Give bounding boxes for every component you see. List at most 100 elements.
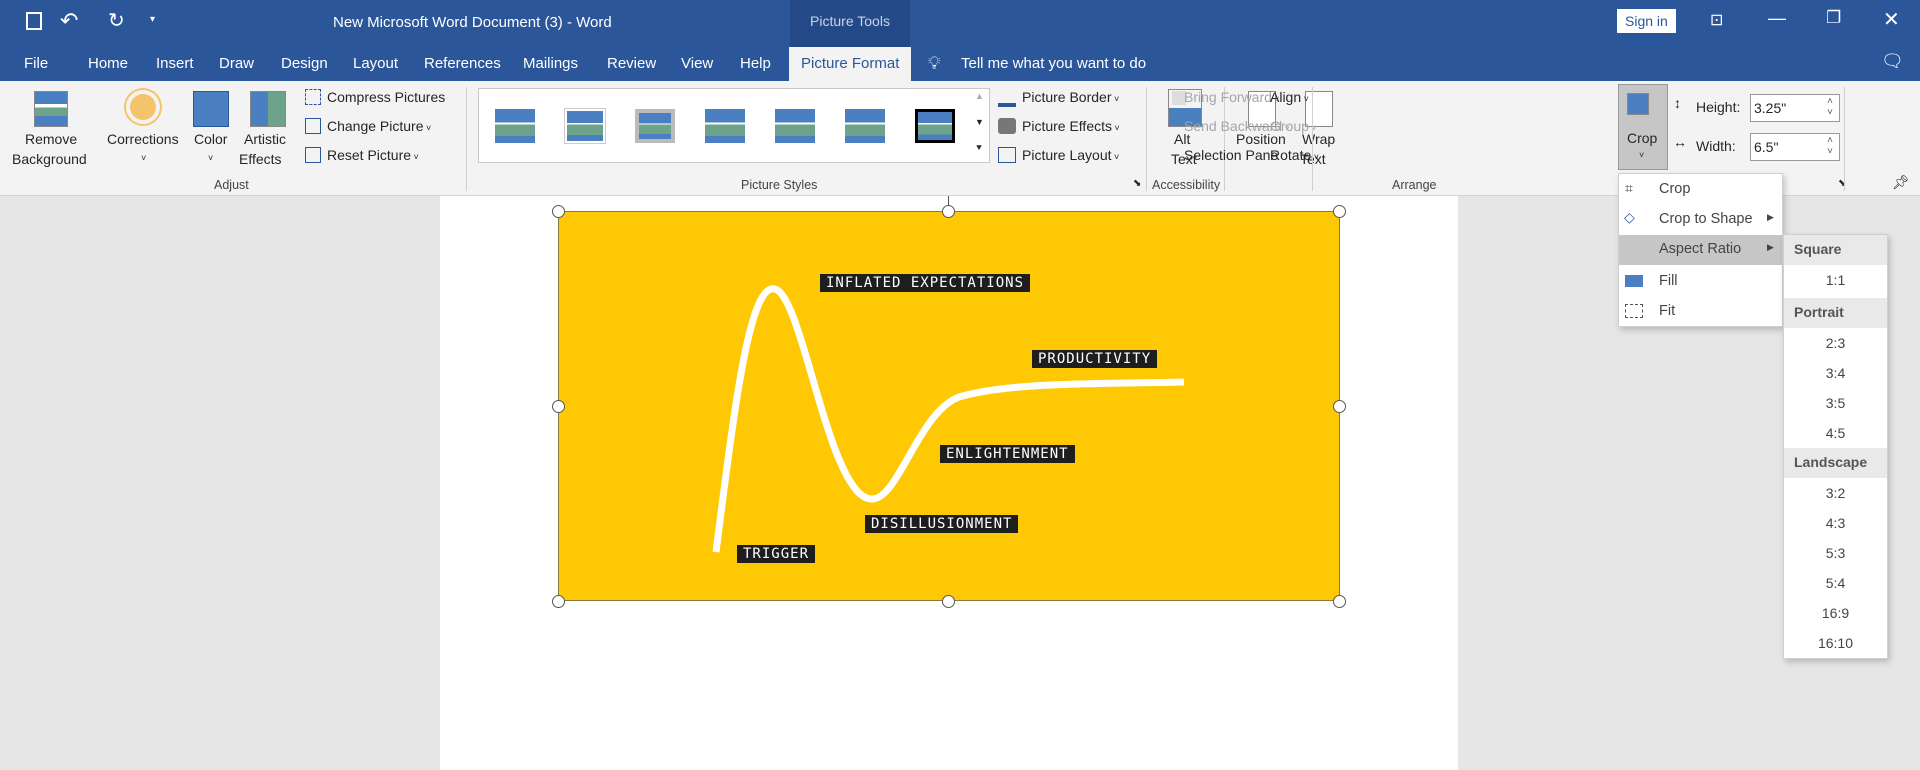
chevron-down-icon: ˅ <box>141 153 147 163</box>
artistic-effects-icon <box>250 91 286 127</box>
resize-handle[interactable] <box>1333 400 1346 413</box>
restore-icon[interactable]: ❐ <box>1826 8 1841 28</box>
gallery-more[interactable]: ⯆ <box>975 143 983 154</box>
crop-button[interactable]: Crop ˅ <box>1618 84 1668 170</box>
aspect-5-4[interactable]: 5:4 <box>1784 568 1887 598</box>
tab-view[interactable]: View <box>681 55 713 72</box>
menu-item-fit[interactable]: Fit <box>1619 297 1782 327</box>
aspect-3-5[interactable]: 3:5 <box>1784 388 1887 418</box>
chevron-down-icon: ˅ <box>1112 123 1120 133</box>
aspect-3-4[interactable]: 3:4 <box>1784 358 1887 388</box>
tab-review[interactable]: Review <box>607 55 656 72</box>
picture-border-button[interactable]: Picture Border ˅ <box>1022 89 1119 105</box>
picture-style-option[interactable] <box>705 109 745 143</box>
resize-handle[interactable] <box>1333 595 1346 608</box>
aspect-5-3[interactable]: 5:3 <box>1784 538 1887 568</box>
undo-icon[interactable]: ↶ <box>60 8 78 34</box>
redo-icon[interactable]: ↻ <box>108 8 125 33</box>
menu-item-aspect-ratio[interactable]: Aspect Ratio ▶ <box>1619 235 1782 265</box>
compress-pictures-button[interactable]: Compress Pictures <box>327 89 445 105</box>
customize-qat-icon[interactable]: ▾ <box>150 14 155 25</box>
compress-pictures-icon <box>305 89 321 105</box>
picture-style-option[interactable] <box>775 109 815 143</box>
menu-item-crop[interactable]: ⌗ Crop <box>1619 175 1782 205</box>
gallery-scroll-down[interactable]: ▼ <box>975 117 984 127</box>
tab-file[interactable]: File <box>24 55 48 72</box>
gallery-scroll-up[interactable]: ▲ <box>975 91 984 101</box>
aspect-16-10[interactable]: 16:10 <box>1784 628 1887 658</box>
resize-handle[interactable] <box>552 205 565 218</box>
picture-border-icon <box>998 89 1016 107</box>
minimize-icon[interactable]: — <box>1768 8 1786 29</box>
tab-help[interactable]: Help <box>740 55 771 72</box>
aspect-1-1[interactable]: 1:1 <box>1784 265 1887 295</box>
picture-style-option[interactable] <box>845 109 885 143</box>
width-icon: ↔ <box>1673 134 1687 150</box>
tab-draw[interactable]: Draw <box>219 55 254 72</box>
label-productivity: PRODUCTIVITY <box>1032 350 1158 368</box>
submenu-arrow-icon: ▶ <box>1767 212 1774 222</box>
crop-icon <box>1627 93 1649 115</box>
submenu-arrow-icon: ▶ <box>1767 242 1774 252</box>
height-label: Height: <box>1696 99 1741 115</box>
label-trigger: TRIGGER <box>737 545 816 563</box>
tab-insert[interactable]: Insert <box>156 55 194 72</box>
close-icon[interactable]: ✕ <box>1883 7 1900 32</box>
picture-effects-icon <box>998 118 1016 134</box>
selection-pane-button[interactable]: Selection Pane <box>1184 147 1278 163</box>
dialog-launcher-icon[interactable]: ⬊ <box>1838 178 1846 189</box>
save-icon[interactable] <box>26 12 42 30</box>
resize-handle[interactable] <box>942 205 955 218</box>
dialog-launcher-icon[interactable]: ⬊ <box>1133 178 1141 189</box>
resize-handle[interactable] <box>552 595 565 608</box>
resize-handle[interactable] <box>942 595 955 608</box>
divider <box>1312 87 1313 191</box>
lightbulb-icon[interactable]: 💡︎ <box>928 53 941 74</box>
pin-ribbon-icon[interactable]: 📌︎ <box>1892 174 1910 191</box>
picture-style-option[interactable] <box>495 109 535 143</box>
aspect-4-3[interactable]: 4:3 <box>1784 508 1887 538</box>
picture-style-option[interactable] <box>635 109 675 143</box>
chevron-down-icon: ˅ <box>411 152 419 162</box>
artistic-effects-button[interactable]: Artistic <box>244 131 286 147</box>
change-picture-button[interactable]: Change Picture ˅ <box>327 118 431 134</box>
comments-icon[interactable]: 🗨︎ <box>1881 51 1904 72</box>
menu-item-crop-to-shape[interactable]: ◇ Crop to Shape ▶ <box>1619 205 1782 235</box>
bring-forward-button[interactable]: Bring Forward ˅ <box>1184 89 1280 105</box>
picture-layout-button[interactable]: Picture Layout ˅ <box>1022 147 1119 163</box>
tab-references[interactable]: References <box>424 55 501 72</box>
group-label-picture-styles: Picture Styles <box>741 178 818 192</box>
selected-picture[interactable]: INFLATED EXPECTATIONS PRODUCTIVITY ENLIG… <box>558 211 1340 601</box>
picture-style-option[interactable] <box>564 108 606 144</box>
menu-item-fill[interactable]: Fill <box>1619 267 1782 297</box>
align-button[interactable]: Align ˅ <box>1270 89 1309 105</box>
corrections-button[interactable]: Corrections <box>107 131 179 147</box>
tab-design[interactable]: Design <box>281 55 328 72</box>
width-label: Width: <box>1696 138 1736 154</box>
tell-me-search[interactable]: Tell me what you want to do <box>961 55 1146 72</box>
resize-handle[interactable] <box>552 400 565 413</box>
width-input[interactable]: 6.5" ˄ ˅ <box>1750 133 1840 161</box>
color-button[interactable]: Color <box>194 131 227 147</box>
height-input[interactable]: 3.25" ˄ ˅ <box>1750 94 1840 122</box>
tab-home[interactable]: Home <box>88 55 128 72</box>
picture-style-option[interactable] <box>915 109 955 143</box>
aspect-3-2[interactable]: 3:2 <box>1784 478 1887 508</box>
group-button[interactable]: Group ˅ <box>1270 118 1317 134</box>
remove-background-icon <box>34 91 68 127</box>
divider <box>1844 87 1845 191</box>
reset-picture-button[interactable]: Reset Picture ˅ <box>327 147 419 163</box>
ribbon-display-icon[interactable]: ⊡ <box>1710 10 1723 30</box>
aspect-4-5[interactable]: 4:5 <box>1784 418 1887 448</box>
tab-picture-format[interactable]: Picture Format <box>789 47 912 81</box>
sign-in-button[interactable]: Sign in <box>1617 9 1676 33</box>
menu-item-label: Fit <box>1659 303 1676 319</box>
aspect-16-9[interactable]: 16:9 <box>1784 598 1887 628</box>
aspect-2-3[interactable]: 2:3 <box>1784 328 1887 358</box>
resize-handle[interactable] <box>1333 205 1346 218</box>
group-label-accessibility: Accessibility <box>1152 178 1221 192</box>
tab-mailings[interactable]: Mailings <box>523 55 578 72</box>
picture-effects-button[interactable]: Picture Effects ˅ <box>1022 118 1120 134</box>
hype-cycle-curve <box>712 285 1185 553</box>
tab-layout[interactable]: Layout <box>353 55 398 72</box>
